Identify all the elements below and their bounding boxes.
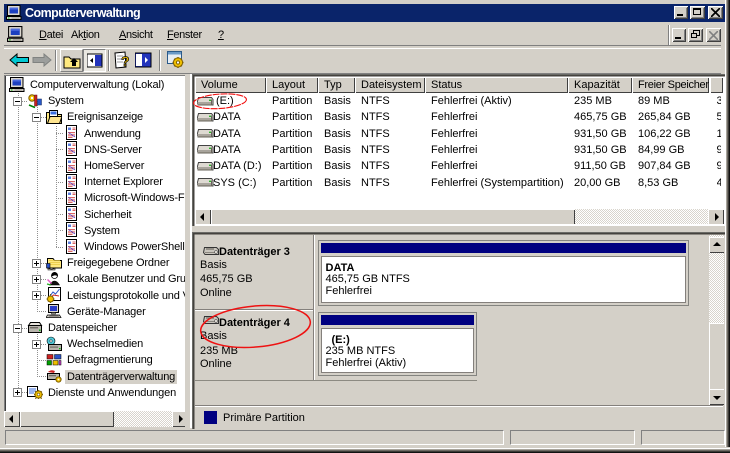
svg-text:?: ? [121,53,130,69]
